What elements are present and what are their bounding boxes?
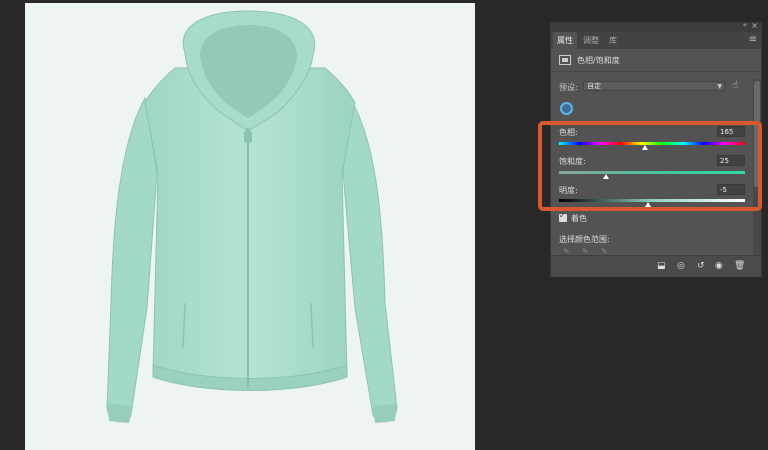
panel-bottom-toolbar: ⬓ ◎ ↺ ◉ 🗑 — [551, 255, 761, 277]
targeted-adjustment-hand-icon[interactable]: ☝ — [732, 80, 738, 91]
chevron-down-icon: ▼ — [717, 83, 722, 90]
divider — [551, 71, 761, 72]
on-image-adjust-icon[interactable] — [560, 102, 573, 115]
tab-adjustments[interactable]: 调整 — [583, 35, 599, 46]
tab-libraries[interactable]: 库 — [609, 35, 617, 46]
preset-value: 自定 — [587, 82, 601, 90]
panel-title-bar: « × — [551, 21, 761, 32]
clip-to-layer-icon[interactable]: ⬓ — [657, 261, 666, 271]
visibility-icon[interactable]: ◉ — [715, 261, 723, 271]
document-canvas[interactable] — [25, 3, 475, 450]
view-previous-icon[interactable]: ◎ — [677, 261, 685, 271]
tab-properties[interactable]: 属性 — [553, 32, 577, 49]
reset-icon[interactable]: ↺ — [697, 261, 705, 271]
close-icon[interactable]: × — [751, 21, 758, 30]
highlight-annotation — [538, 121, 762, 211]
panel-menu-icon[interactable]: ≡ — [749, 34, 757, 45]
collapse-icon[interactable]: « — [743, 21, 747, 29]
hue-saturation-layer-icon — [559, 55, 571, 65]
preset-dropdown[interactable]: 自定 ▼ — [583, 81, 725, 91]
delete-icon[interactable]: 🗑 — [734, 261, 745, 271]
colorize-label: 着色 — [571, 214, 587, 223]
preset-label: 预设: — [559, 83, 578, 92]
jacket-image — [106, 10, 398, 423]
colorize-checkbox[interactable] — [559, 211, 567, 222]
panel-tabs: 属性 调整 库 ≡ — [551, 32, 761, 49]
select-color-range-label: 选择颜色范围: — [559, 235, 610, 244]
adjustment-title: 色相/饱和度 — [577, 56, 620, 65]
